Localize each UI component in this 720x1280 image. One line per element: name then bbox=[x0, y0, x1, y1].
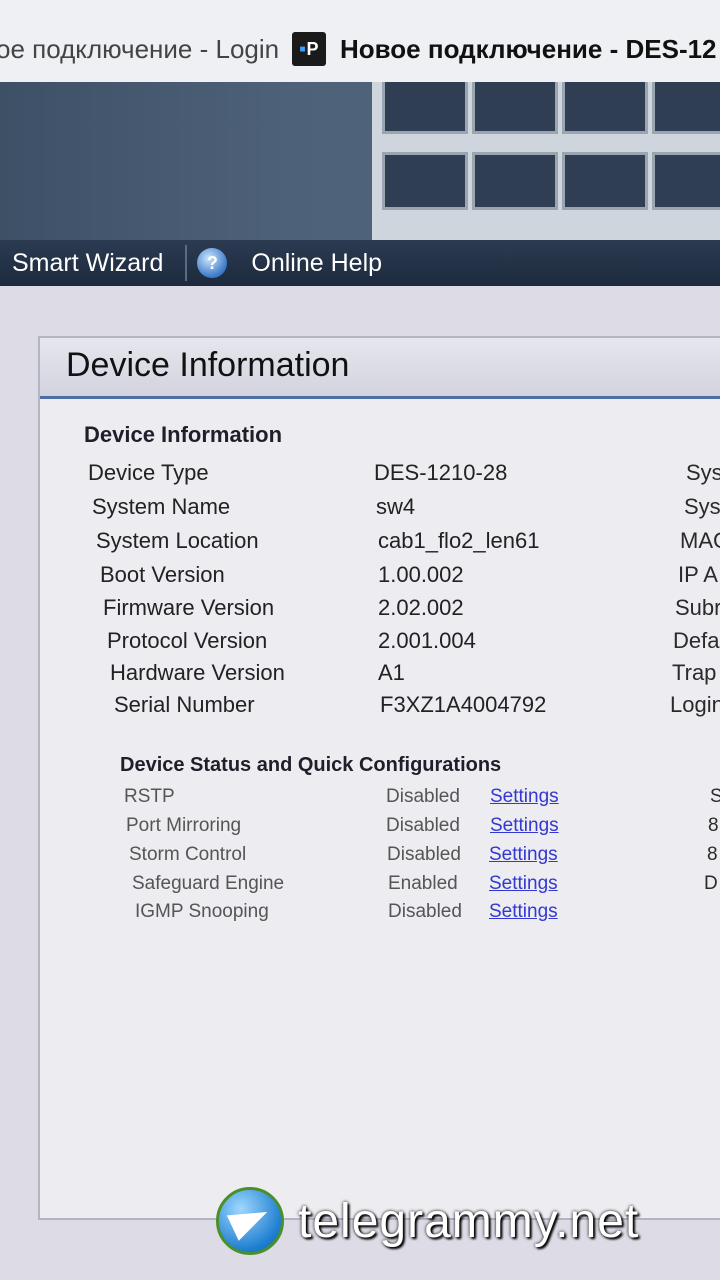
status-label: Port Mirroring bbox=[126, 815, 242, 836]
status-row-igmp-snooping: IGMP Snooping Disabled Settings bbox=[135, 901, 720, 927]
info-value: 1.00.002 bbox=[378, 562, 464, 587]
info-right-label: Defa bbox=[673, 628, 720, 653]
info-value: 2.02.002 bbox=[378, 595, 464, 620]
info-right-label: MAC bbox=[680, 528, 720, 553]
status-right-value: 8 bbox=[707, 844, 718, 865]
top-menu-bar: Smart Wizard ? Online Help bbox=[0, 240, 720, 286]
switch-port bbox=[562, 152, 648, 210]
info-row-system-location: System Location cab1_flo2_len61 MAC bbox=[96, 528, 720, 558]
settings-link-safeguard-engine[interactable]: Settings bbox=[489, 873, 558, 895]
switch-port bbox=[382, 82, 468, 134]
tab-login[interactable]: ое подключение - Login bbox=[0, 22, 279, 76]
info-right-label: Trap bbox=[672, 660, 717, 685]
info-value: 2.001.004 bbox=[378, 628, 476, 653]
tab-login-label: ое подключение - Login bbox=[0, 33, 280, 64]
info-row-device-type: Device Type DES-1210-28 Sys bbox=[88, 460, 720, 490]
info-row-protocol-version: Protocol Version 2.001.004 Defa bbox=[107, 628, 720, 658]
watermark-text: telegrammy.net bbox=[298, 1194, 640, 1248]
info-label: Serial Number bbox=[114, 692, 255, 717]
switch-port bbox=[562, 82, 648, 134]
info-value: cab1_flo2_len61 bbox=[378, 528, 540, 553]
settings-link-storm-control[interactable]: Settings bbox=[489, 844, 558, 866]
info-row-firmware-version: Firmware Version 2.02.002 Subr bbox=[103, 595, 720, 625]
switch-port bbox=[472, 152, 558, 210]
settings-link-rstp[interactable]: Settings bbox=[490, 786, 559, 808]
switch-port bbox=[382, 152, 468, 210]
status-row-rstp: RSTP Disabled Settings S bbox=[124, 786, 720, 812]
status-value: Disabled bbox=[387, 844, 461, 865]
status-value: Disabled bbox=[388, 901, 462, 922]
status-label: RSTP bbox=[124, 786, 175, 807]
info-value: sw4 bbox=[376, 494, 416, 519]
telegram-icon bbox=[216, 1187, 284, 1255]
device-info-panel: Device Information Device Information De… bbox=[38, 336, 720, 1220]
info-value: A1 bbox=[378, 660, 405, 685]
watermark: telegrammy.net bbox=[216, 1186, 716, 1256]
status-label: Safeguard Engine bbox=[132, 873, 285, 894]
info-row-hardware-version: Hardware Version A1 Trap bbox=[110, 660, 720, 690]
browser-tab-strip: ое подключение - Login ■ P Новое подключе… bbox=[0, 0, 720, 83]
info-right-label: IP A bbox=[678, 562, 718, 587]
menu-divider bbox=[185, 245, 188, 281]
status-right-value: 8 bbox=[708, 815, 719, 836]
info-label: System Name bbox=[92, 494, 231, 519]
switch-ports-image bbox=[372, 82, 720, 240]
info-value: DES-1210-28 bbox=[374, 460, 508, 485]
info-row-serial-number: Serial Number F3XZ1A4004792 Login bbox=[114, 692, 720, 722]
info-label: Boot Version bbox=[100, 562, 225, 587]
info-right-label: Sys bbox=[684, 494, 720, 519]
settings-link-igmp-snooping[interactable]: Settings bbox=[489, 901, 558, 923]
status-value: Enabled bbox=[388, 873, 458, 894]
page-title: Device Information bbox=[66, 346, 350, 384]
switch-port bbox=[652, 152, 720, 210]
info-right-label: Login bbox=[670, 692, 720, 717]
status-value: Disabled bbox=[386, 815, 460, 836]
status-right-value: D bbox=[704, 873, 718, 894]
status-right-value: S bbox=[710, 786, 720, 807]
info-right-label: Sys bbox=[686, 460, 720, 485]
app-favicon-icon: ■ P bbox=[292, 32, 326, 66]
menu-smart-wizard[interactable]: Smart Wizard bbox=[12, 249, 163, 278]
status-section-title: Device Status and Quick Configurations bbox=[120, 754, 502, 776]
info-label: System Location bbox=[96, 528, 259, 553]
tab-device-label: Новое подключение - DES-12 bbox=[340, 33, 717, 64]
status-row-storm-control: Storm Control Disabled Settings 8 bbox=[129, 844, 720, 870]
switch-port bbox=[472, 82, 558, 134]
device-info-section-title: Device Information bbox=[84, 422, 283, 447]
switch-port bbox=[652, 82, 720, 134]
panel-header: Device Information bbox=[40, 338, 720, 399]
help-icon[interactable]: ? bbox=[197, 248, 228, 278]
status-row-safeguard-engine: Safeguard Engine Enabled Settings D bbox=[132, 873, 720, 899]
info-label: Device Type bbox=[88, 460, 209, 485]
info-value: F3XZ1A4004792 bbox=[380, 692, 547, 717]
info-right-label: Subr bbox=[675, 595, 720, 620]
status-row-port-mirroring: Port Mirroring Disabled Settings 8 bbox=[126, 815, 720, 841]
info-label: Hardware Version bbox=[110, 660, 285, 685]
settings-link-port-mirroring[interactable]: Settings bbox=[490, 815, 559, 837]
info-row-system-name: System Name sw4 Sys bbox=[92, 494, 720, 524]
menu-online-help[interactable]: Online Help bbox=[251, 249, 382, 278]
status-label: IGMP Snooping bbox=[135, 901, 269, 922]
info-label: Protocol Version bbox=[107, 628, 268, 653]
status-value: Disabled bbox=[386, 786, 460, 807]
switch-banner bbox=[0, 82, 720, 240]
status-label: Storm Control bbox=[129, 844, 247, 865]
info-label: Firmware Version bbox=[103, 595, 275, 620]
info-row-boot-version: Boot Version 1.00.002 IP A bbox=[100, 562, 720, 592]
tab-device[interactable]: ■ P Новое подключение - DES-12 bbox=[292, 22, 717, 76]
